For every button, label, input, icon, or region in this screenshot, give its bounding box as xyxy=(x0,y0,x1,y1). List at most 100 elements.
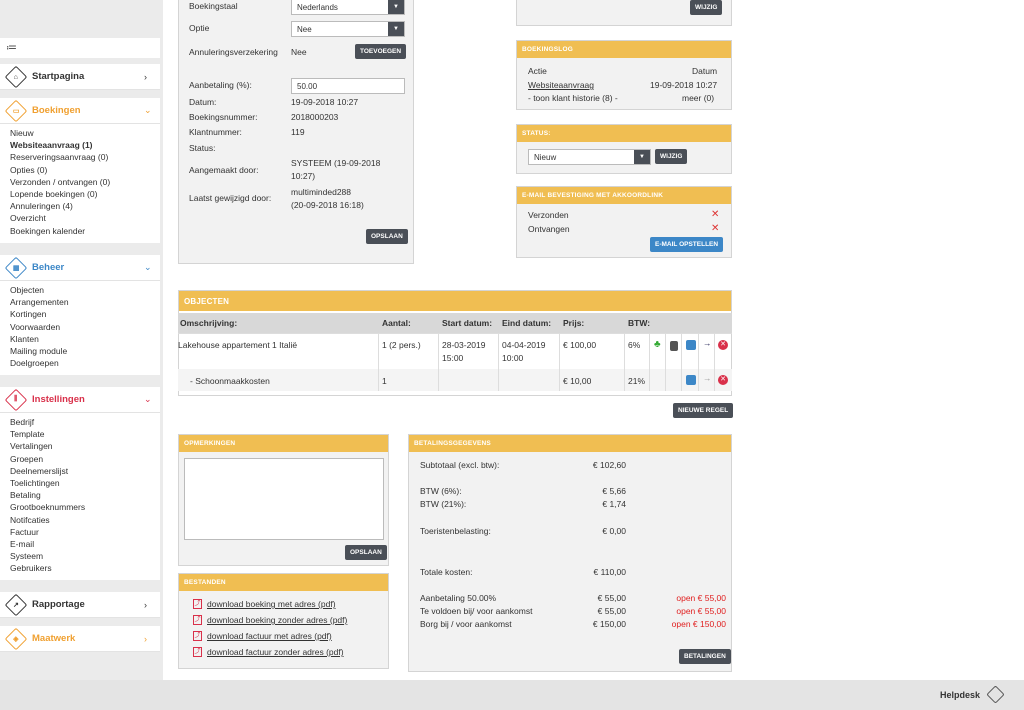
date-label: Datum: xyxy=(189,97,217,107)
remarks-title: OPMERKINGEN xyxy=(179,435,388,452)
sidebar-subitem[interactable]: E-mail xyxy=(10,538,150,550)
tree-icon[interactable]: ♣ xyxy=(654,339,661,350)
close-icon: ✕ xyxy=(711,209,720,220)
deposit-guarantee-label: Borg bij / voor aankomst xyxy=(420,619,512,629)
email-confirmation-panel: E-MAIL BEVESTIGING MET AKKOORDLINK Verzo… xyxy=(516,186,732,258)
sidebar-subitem[interactable]: Voorwaarden xyxy=(10,321,150,333)
sidebar-subitem[interactable]: Grootboeknummers xyxy=(10,501,150,513)
sidebar-subitem[interactable]: Nieuw xyxy=(10,127,150,139)
sidebar-subitem[interactable]: Objecten xyxy=(10,284,150,296)
row-quantity: 1 xyxy=(382,376,387,386)
status-edit-button[interactable]: WIJZIG xyxy=(655,149,688,164)
edit-button[interactable]: WIJZIG xyxy=(690,0,723,15)
payments-button[interactable]: BETALINGEN xyxy=(679,649,731,664)
sidebar-item-header[interactable]: ▦ Beheer ⌄ xyxy=(0,255,160,281)
status-title: STATUS: xyxy=(517,125,731,142)
sidebar-subitem[interactable]: Boekingen kalender xyxy=(10,225,150,237)
sidebar-subitem[interactable]: Arrangementen xyxy=(10,296,150,308)
custom-icon: ◈ xyxy=(4,627,28,650)
file-download-link[interactable]: download factuur met adres (pdf) xyxy=(207,631,332,641)
customer-history-link[interactable]: - toon klant historie (8) - xyxy=(528,93,618,103)
compose-email-button[interactable]: E-MAIL OPSTELLEN xyxy=(650,237,724,252)
deposit-input[interactable]: 50.00 xyxy=(291,78,405,94)
option-label: Optie xyxy=(189,23,210,33)
sidebar-subitem[interactable]: Overzicht xyxy=(10,212,150,224)
sidebar-item-header[interactable]: ⫼ Instellingen ⌄ xyxy=(0,387,160,413)
option-select[interactable]: Nee ▼ xyxy=(291,21,405,37)
sidebar-subitem[interactable]: Verzonden / ontvangen (0) xyxy=(10,176,150,188)
new-line-button[interactable]: NIEUWE REGEL xyxy=(673,403,734,418)
more-link[interactable]: meer (0) xyxy=(682,93,714,103)
file-download-item: ⤴ download boeking zonder adres (pdf) xyxy=(193,615,347,625)
sidebar-subitem[interactable]: Bedrijf xyxy=(10,416,150,428)
status-select[interactable]: Nieuw ▼ xyxy=(528,149,651,165)
sidebar-subitem[interactable]: Kortingen xyxy=(10,308,150,320)
arrow-right-icon[interactable]: → xyxy=(703,338,712,348)
row-price: € 100,00 xyxy=(563,340,597,350)
sidebar-item-header[interactable]: ◈ Maatwerk › xyxy=(0,626,160,652)
sidebar-subitem[interactable]: Betaling xyxy=(10,489,150,501)
status-label: Status: xyxy=(189,143,216,153)
sidebar-subitem[interactable]: Groepen xyxy=(10,453,150,465)
add-insurance-button[interactable]: TOEVOEGEN xyxy=(355,44,407,59)
main-content: Boekingstaal Nederlands ▼ Optie Nee ▼ Annu… xyxy=(163,0,1024,680)
arrow-right-icon[interactable]: → xyxy=(703,373,712,383)
sidebar-subitem[interactable]: Mailing module xyxy=(10,345,150,357)
edit-icon[interactable] xyxy=(686,340,696,350)
sidebar-item-label: Beheer xyxy=(32,262,65,273)
objects-title: OBJECTEN xyxy=(179,291,731,311)
manage-icon: ▦ xyxy=(4,256,28,279)
sidebar-subitem[interactable]: Annuleringen (4) xyxy=(10,200,150,212)
sidebar-subitem[interactable]: Gebruikers xyxy=(10,562,150,574)
objects-table-header: Omschrijving: Aantal: Start datum: Eind … xyxy=(178,313,732,333)
status-panel: STATUS: Nieuw ▼ WIJZIG xyxy=(516,124,732,174)
menu-toggle-icon[interactable]: ≔ xyxy=(0,38,160,58)
sidebar-subitem[interactable]: Opties (0) xyxy=(10,164,150,176)
vat6-label: BTW (6%): xyxy=(420,486,462,496)
row-start-time: 15:00 xyxy=(442,353,464,363)
sidebar-subitem[interactable]: Websiteaanvraag (1) xyxy=(10,139,150,151)
bookings-icon: ▭ xyxy=(4,99,28,122)
delete-icon[interactable]: ✕ xyxy=(718,340,728,350)
log-action-link[interactable]: Websiteaanvraag xyxy=(528,80,594,90)
sidebar-subitem[interactable]: Toelichtingen xyxy=(10,477,150,489)
sidebar-subitem[interactable]: Deelnemerslijst xyxy=(10,465,150,477)
deposit-payment-label: Aanbetaling 50.00% xyxy=(420,593,497,603)
sidebar-item-header[interactable]: ↗ Rapportage › xyxy=(0,592,160,618)
booking-language-select[interactable]: Nederlands ▼ xyxy=(291,0,405,15)
sidebar-subitem[interactable]: Factuur xyxy=(10,526,150,538)
sidebar-subitem[interactable]: Reserveringsaanvraag (0) xyxy=(10,151,150,163)
booking-details-panel: Boekingstaal Nederlands ▼ Optie Nee ▼ Annu… xyxy=(178,0,414,264)
sidebar-subitem[interactable]: Doelgroepen xyxy=(10,357,150,369)
helpdesk-link[interactable]: Helpdesk xyxy=(940,690,980,700)
remarks-save-button[interactable]: OPSLAAN xyxy=(345,545,387,560)
chevron-icon: › xyxy=(144,599,147,610)
delete-icon[interactable]: ✕ xyxy=(718,375,728,385)
chevron-icon: ⌄ xyxy=(144,105,152,115)
file-download-link[interactable]: download boeking zonder adres (pdf) xyxy=(207,615,347,625)
sidebar-subitem[interactable]: Notifcaties xyxy=(10,514,150,526)
sidebar-item-header[interactable]: ⌂ Startpagina › xyxy=(0,64,160,90)
sidebar-subitem[interactable]: Klanten xyxy=(10,333,150,345)
file-download-link[interactable]: download boeking met adres (pdf) xyxy=(207,599,336,609)
close-icon: ✕ xyxy=(711,223,720,234)
pdf-icon: ⤴ xyxy=(193,615,202,625)
tourist-tax-value: € 0,00 xyxy=(602,526,626,536)
edit-icon[interactable] xyxy=(686,375,696,385)
sent-label: Verzonden xyxy=(528,210,569,220)
modified-by-label: Laatst gewijzigd door: xyxy=(189,193,272,203)
file-download-link[interactable]: download factuur zonder adres (pdf) xyxy=(207,647,344,657)
deposit-payment-value: € 55,00 xyxy=(597,593,626,603)
payment-details-title: BETALINGSGEGEVENS xyxy=(409,435,731,452)
sidebar-subitem[interactable]: Systeem xyxy=(10,550,150,562)
sidebar-subitem[interactable]: Template xyxy=(10,428,150,440)
col-quantity: Aantal: xyxy=(382,318,411,328)
created-by-time: 10:27) xyxy=(291,171,316,181)
sidebar-item-header[interactable]: ▭ Boekingen ⌄ xyxy=(0,98,160,124)
save-button[interactable]: OPSLAAN xyxy=(366,229,408,244)
copy-icon[interactable] xyxy=(670,341,678,351)
sidebar-subitem[interactable]: Lopende boekingen (0) xyxy=(10,188,150,200)
helpdesk-icon[interactable] xyxy=(986,685,1005,704)
remarks-textarea[interactable] xyxy=(184,458,384,540)
sidebar-subitem[interactable]: Vertalingen xyxy=(10,440,150,452)
